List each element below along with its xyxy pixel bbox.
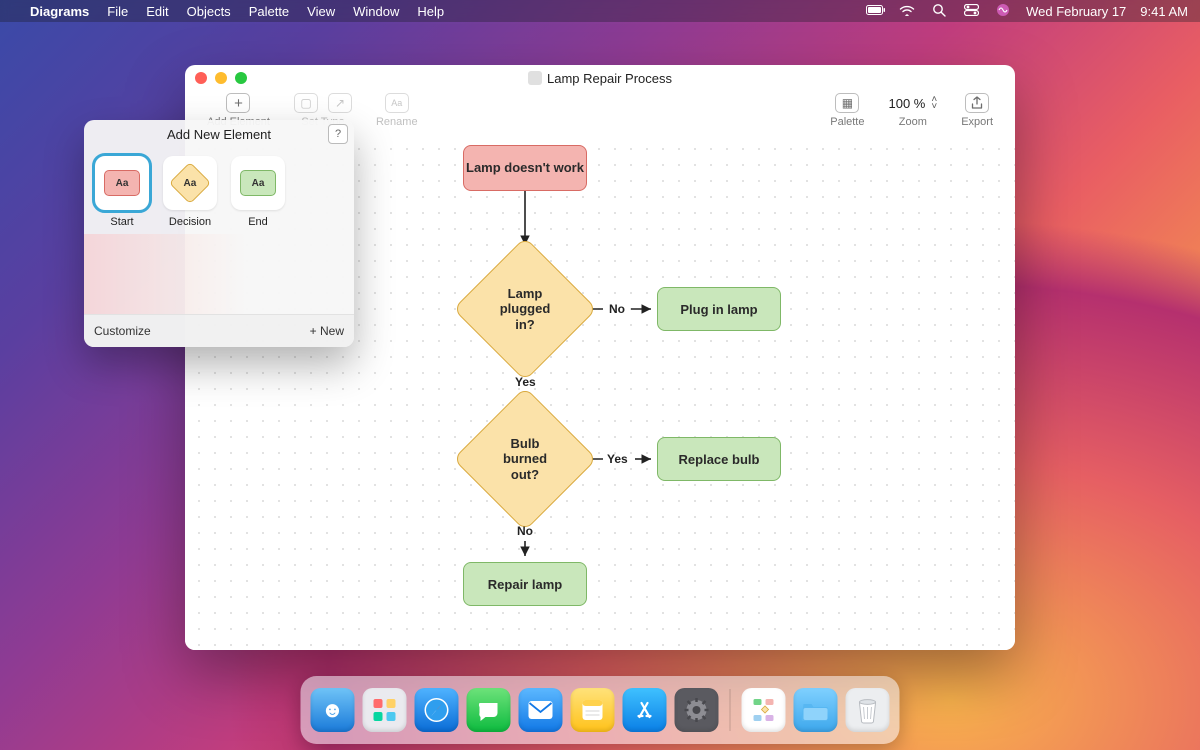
edge-label-no-1: No [609, 302, 625, 316]
dock-messages-icon[interactable] [467, 688, 511, 732]
element-option-end[interactable]: Aa End [230, 156, 286, 228]
dock-diagrams-app-icon[interactable] [742, 688, 786, 732]
menu-window[interactable]: Window [353, 4, 399, 19]
window-close-button[interactable] [195, 72, 207, 84]
menu-help[interactable]: Help [417, 4, 444, 19]
dock-notes-icon[interactable] [571, 688, 615, 732]
element-option-start-label: Start [110, 216, 133, 228]
node-end-repair-label: Repair lamp [488, 577, 562, 592]
edge-label-no-2: No [517, 524, 533, 538]
app-menu[interactable]: Diagrams [30, 4, 89, 19]
wifi-status-icon[interactable] [898, 4, 916, 19]
plus-icon: + [226, 93, 250, 113]
dock-separator [730, 689, 731, 731]
dock-settings-icon[interactable] [675, 688, 719, 732]
node-decision-plugged[interactable]: Lamp plugged in? [474, 258, 576, 360]
decision-shape-icon: Aa [169, 162, 211, 204]
menubar-date[interactable]: Wed February 17 [1026, 4, 1126, 19]
popover-help-button[interactable]: ? [328, 124, 348, 144]
dock-finder-icon[interactable]: ☻ [311, 688, 355, 732]
window-zoom-button[interactable] [235, 72, 247, 84]
dock-launchpad-icon[interactable] [363, 688, 407, 732]
node-start[interactable]: Lamp doesn't work [463, 145, 587, 191]
toolbar-export-label: Export [961, 116, 993, 128]
menu-palette[interactable]: Palette [249, 4, 289, 19]
battery-status-icon[interactable] [866, 4, 884, 19]
node-end-plugin[interactable]: Plug in lamp [657, 287, 781, 331]
palette-icon: ▦ [835, 93, 859, 113]
element-option-end-label: End [248, 216, 268, 228]
rename-icon: Aa [385, 93, 409, 113]
node-decision-plugged-label: Lamp plugged in? [474, 258, 576, 360]
element-option-start[interactable]: Aa Start [94, 156, 150, 228]
menubar: Diagrams File Edit Objects Palette View … [0, 0, 1200, 22]
export-icon [965, 93, 989, 113]
window-title: Lamp Repair Process [547, 71, 672, 86]
dock-files-icon[interactable] [794, 688, 838, 732]
node-end-plugin-label: Plug in lamp [680, 302, 757, 317]
node-decision-bulb[interactable]: Bulb burned out? [474, 408, 576, 510]
zoom-stepper-icon[interactable]: ˄˅ [931, 96, 937, 110]
menu-file[interactable]: File [107, 4, 128, 19]
start-shape-icon: Aa [104, 170, 140, 196]
toolbar-palette-label: Palette [830, 116, 864, 128]
dock-mail-icon[interactable] [519, 688, 563, 732]
dock-appstore-icon[interactable] [623, 688, 667, 732]
desktop: Diagrams File Edit Objects Palette View … [0, 0, 1200, 750]
dock-safari-icon[interactable] [415, 688, 459, 732]
edge-label-yes-1: Yes [515, 375, 536, 389]
arrow-icon: ↗ [328, 93, 352, 113]
menu-view[interactable]: View [307, 4, 335, 19]
add-element-popover: Add New Element ? Aa Start Aa Decision A… [84, 120, 354, 347]
zoom-value: 100 % [888, 96, 925, 111]
element-option-decision-label: Decision [169, 216, 211, 228]
edge-label-yes-2: Yes [607, 452, 628, 466]
spotlight-icon[interactable] [930, 3, 948, 20]
toolbar-zoom-label: Zoom [899, 116, 927, 128]
popover-title: Add New Element ? [84, 120, 354, 148]
end-shape-icon: Aa [240, 170, 276, 196]
menu-edit[interactable]: Edit [146, 4, 168, 19]
menubar-time[interactable]: 9:41 AM [1140, 4, 1188, 19]
popover-customize-button[interactable]: Customize [94, 324, 151, 338]
popover-new-button[interactable]: + New [310, 324, 344, 338]
toolbar-palette[interactable]: ▦ Palette [818, 91, 876, 128]
element-option-decision[interactable]: Aa Decision [162, 156, 218, 228]
control-center-icon[interactable] [962, 4, 980, 19]
toolbar-rename: Aa Rename [364, 91, 430, 128]
node-end-replace-label: Replace bulb [679, 452, 760, 467]
node-end-replace[interactable]: Replace bulb [657, 437, 781, 481]
toolbar-rename-label: Rename [376, 116, 418, 128]
siri-icon[interactable] [994, 3, 1012, 20]
dock-trash-icon[interactable] [846, 688, 890, 732]
toolbar-zoom[interactable]: 100 % ˄˅ Zoom [876, 91, 949, 128]
dock: ☻ [301, 676, 900, 744]
node-decision-bulb-label: Bulb burned out? [474, 408, 576, 510]
document-icon [528, 71, 542, 85]
titlebar[interactable]: Lamp Repair Process [185, 65, 1015, 91]
popover-spacer [84, 234, 354, 314]
toolbar-export[interactable]: Export [949, 91, 1005, 128]
menu-objects[interactable]: Objects [187, 4, 231, 19]
shape-icon: ▢ [294, 93, 318, 113]
node-start-label: Lamp doesn't work [466, 160, 584, 176]
node-end-repair[interactable]: Repair lamp [463, 562, 587, 606]
window-minimize-button[interactable] [215, 72, 227, 84]
